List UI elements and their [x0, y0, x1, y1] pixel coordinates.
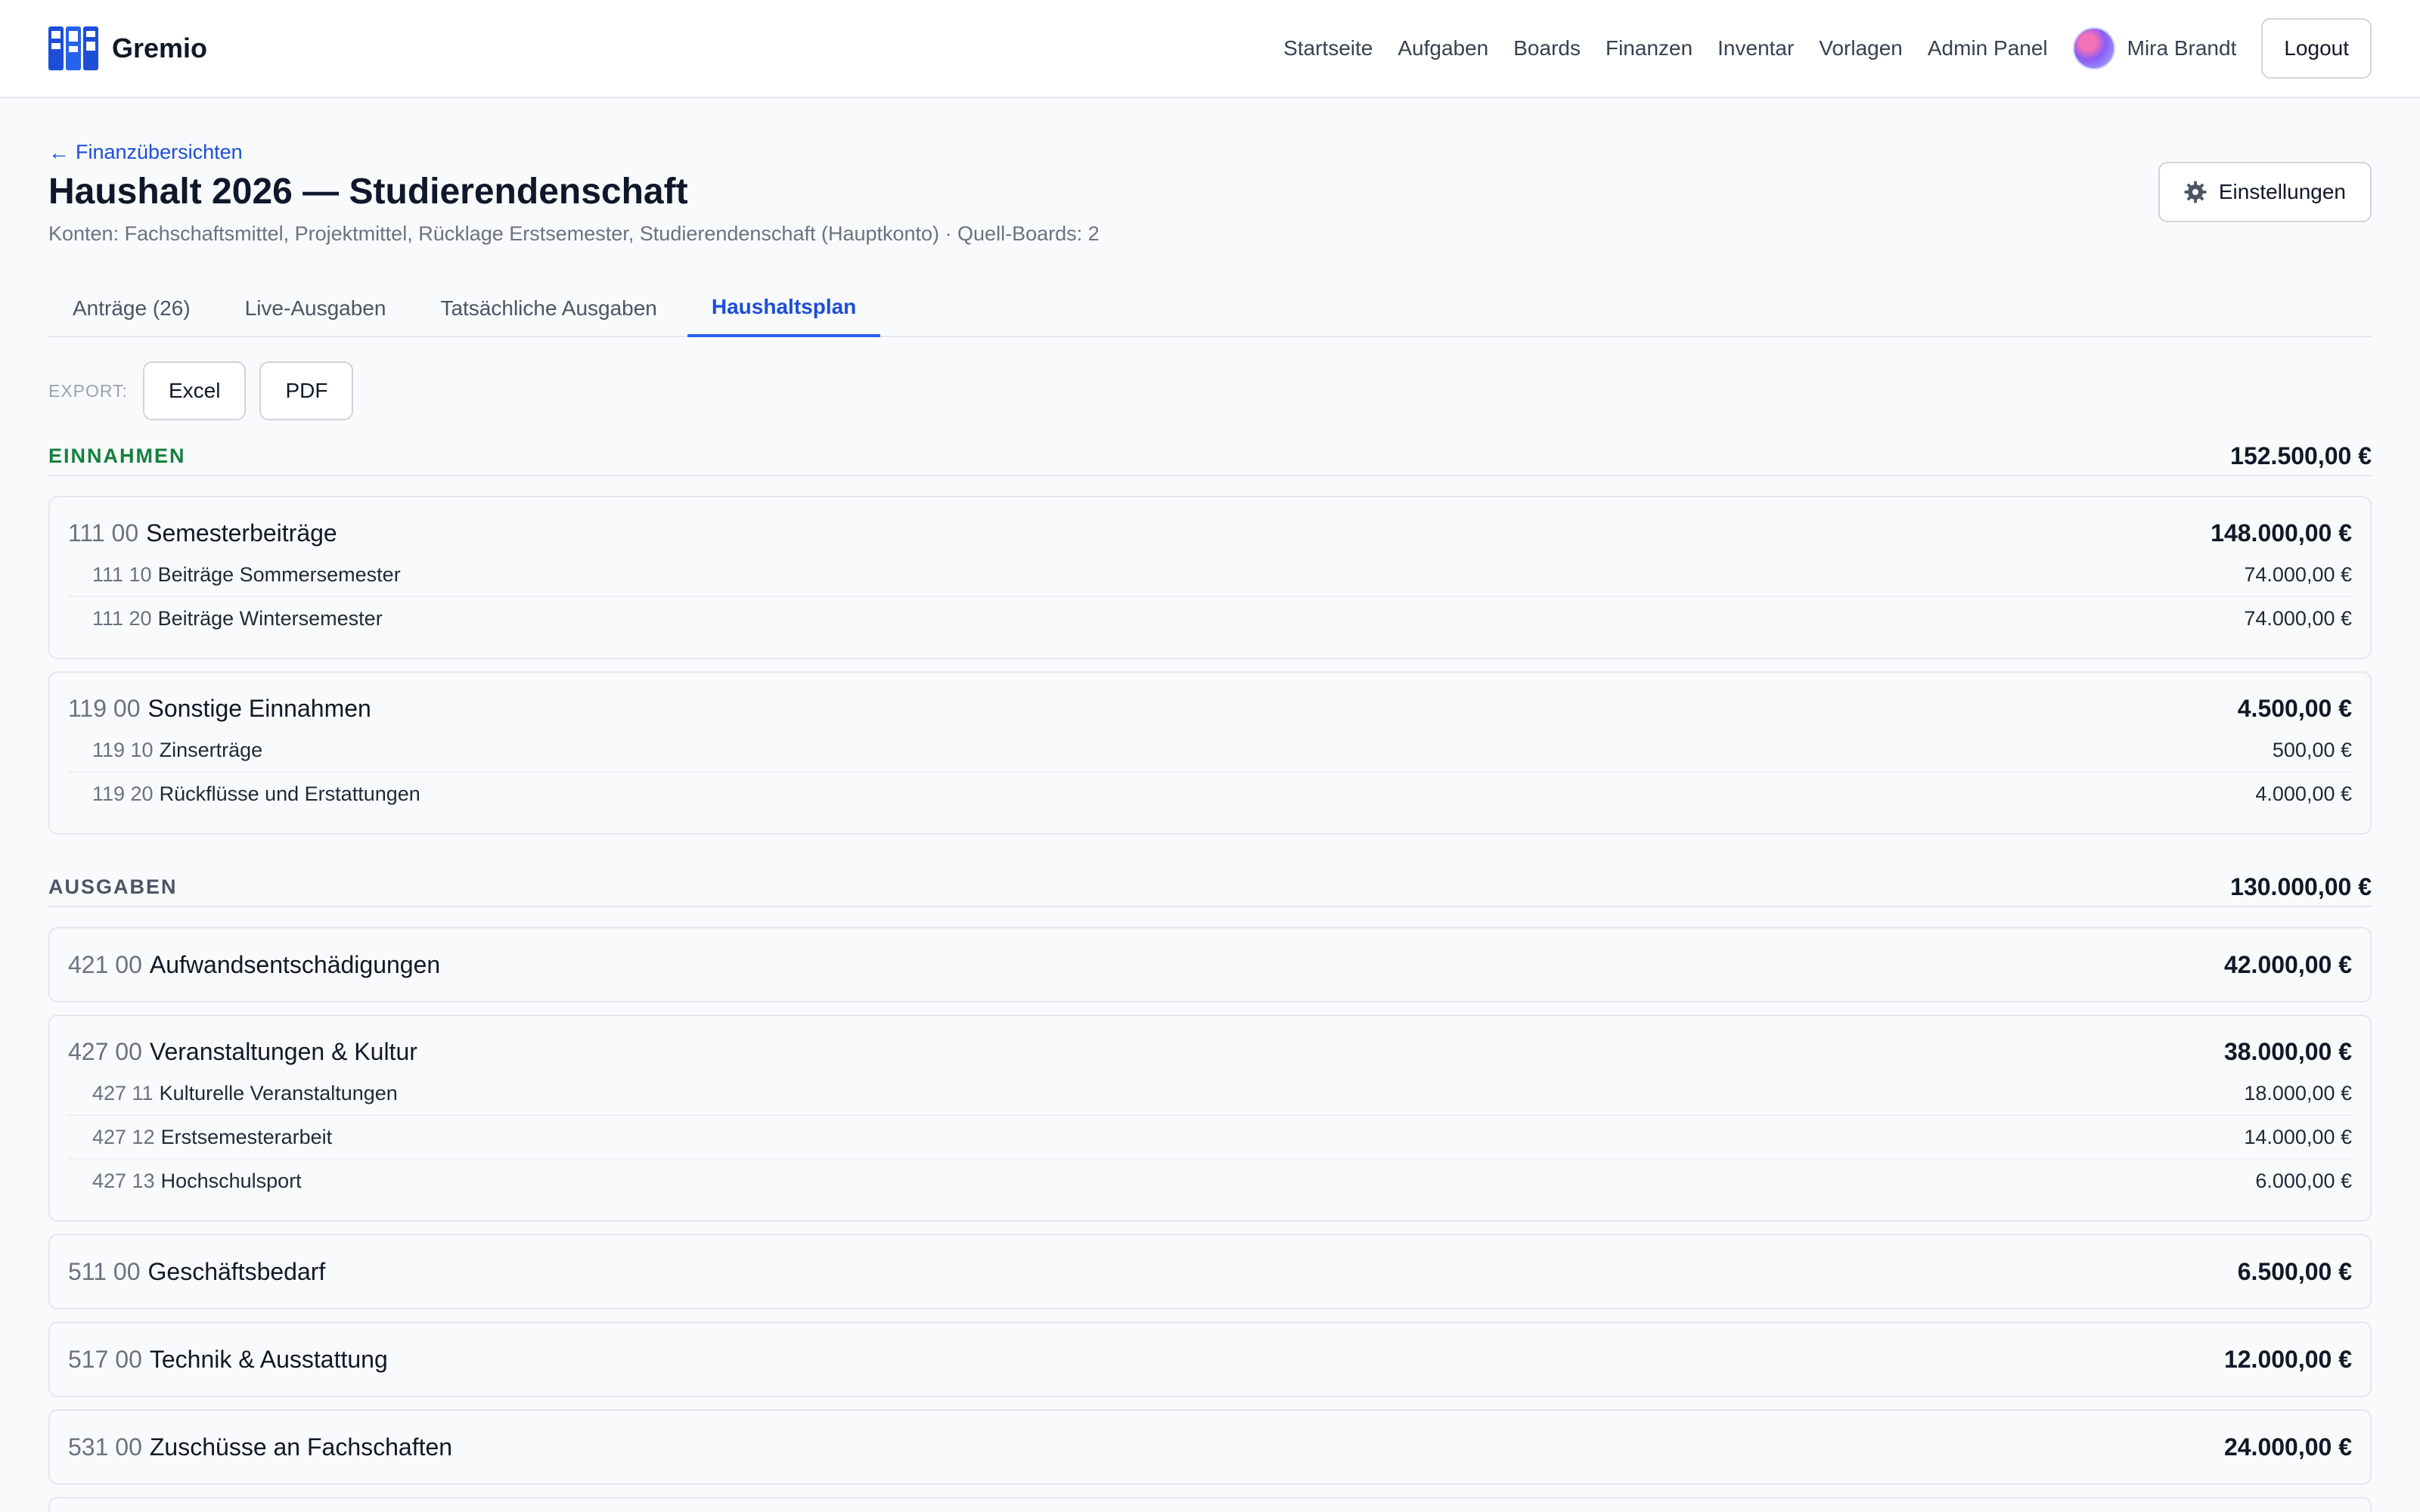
item-amount: 4.000,00 € — [2255, 782, 2352, 805]
budget-item-11910[interactable]: 119 10 Zinserträge 500,00 € — [68, 727, 2352, 771]
export-bar: EXPORT: Excel PDF — [48, 361, 354, 420]
export-pdf-button[interactable]: PDF — [259, 361, 354, 420]
nav-boards[interactable]: Boards — [1513, 36, 1581, 60]
nav-finanzen[interactable]: Finanzen — [1606, 36, 1692, 60]
group-name: Technik & Ausstattung — [149, 1345, 388, 1373]
arrow-left-icon: ← — [48, 140, 70, 164]
settings-button[interactable]: Einstellungen — [2158, 162, 2372, 222]
group-amount: 42.000,00 € — [2223, 950, 2352, 978]
group-code: 517 00 — [68, 1345, 142, 1373]
expenses-section-header: AUSGABEN 130.000,00 € — [48, 872, 2372, 907]
budget-item-11920[interactable]: 119 20 Rückflüsse und Erstattungen 4.000,… — [68, 771, 2352, 815]
group-amount: 24.000,00 € — [2223, 1433, 2352, 1461]
expenses-section-title: AUSGABEN — [48, 875, 178, 898]
gear-icon — [2184, 181, 2207, 203]
group-amount: 12.000,00 € — [2223, 1345, 2352, 1373]
group-code: 111 00 — [68, 519, 139, 547]
budget-group-11100[interactable]: 111 00 Semesterbeiträge 148.000,00 € 111 … — [48, 496, 2372, 659]
tab-haushaltsplan[interactable]: Haushaltsplan — [687, 280, 881, 337]
gremio-logo-icon — [48, 26, 98, 70]
item-code: 119 20 — [92, 782, 154, 805]
user-name: Mira Brandt — [2127, 36, 2237, 60]
expenses-total: 130.000,00 € — [2230, 872, 2372, 900]
budget-item-42713[interactable]: 427 13 Hochschulsport 6.000,00 € — [68, 1158, 2352, 1202]
logout-button[interactable]: Logout — [2261, 18, 2372, 79]
nav-inventar[interactable]: Inventar — [1717, 36, 1794, 60]
budget-group-53100[interactable]: 531 00 Zuschüsse an Fachschaften 24.000,0… — [48, 1409, 2372, 1485]
group-code: 427 00 — [68, 1038, 142, 1065]
item-name: Rückflüsse und Erstattungen — [159, 782, 420, 805]
group-name: Geschäftsbedarf — [147, 1257, 326, 1285]
export-excel-button[interactable]: Excel — [143, 361, 247, 420]
tab-live-ausgaben[interactable]: Live-Ausgaben — [221, 280, 411, 337]
group-code: 511 00 — [68, 1257, 141, 1285]
group-amount: 148.000,00 € — [2211, 519, 2352, 547]
user-menu[interactable]: Mira Brandt — [2072, 27, 2237, 70]
nav-admin-panel[interactable]: Admin Panel — [1928, 36, 2048, 60]
tab-bar: Anträge (26) Live-Ausgaben Tatsächliche … — [48, 280, 2372, 337]
avatar — [2072, 27, 2115, 70]
group-name: Aufwandsentschädigungen — [149, 950, 441, 978]
item-code: 111 20 — [92, 606, 152, 630]
item-name: Hochschulsport — [160, 1169, 302, 1192]
item-name: Beiträge Wintersemester — [157, 606, 383, 630]
budget-group-42700[interactable]: 427 00 Veranstaltungen & Kultur 38.000,00… — [48, 1015, 2372, 1222]
brand-name: Gremio — [112, 33, 208, 64]
settings-button-label: Einstellungen — [2218, 180, 2346, 203]
group-amount: 6.500,00 € — [2237, 1257, 2352, 1285]
budget-item-42711[interactable]: 427 11 Kulturelle Veranstaltungen 18.000,… — [68, 1070, 2352, 1114]
group-code: 119 00 — [68, 695, 141, 722]
group-amount: 4.500,00 € — [2237, 695, 2352, 722]
budget-group-42100[interactable]: 421 00 Aufwandsentschädigungen 42.000,00 … — [48, 927, 2372, 1002]
group-name: Zuschüsse an Fachschaften — [149, 1433, 453, 1461]
item-amount: 74.000,00 € — [2244, 606, 2352, 630]
item-code: 427 12 — [92, 1125, 155, 1148]
group-amount: 38.000,00 € — [2223, 1038, 2352, 1065]
group-name: Semesterbeiträge — [146, 519, 337, 547]
budget-group-51100[interactable]: 511 00 Geschäftsbedarf 6.500,00 € — [48, 1234, 2372, 1309]
item-name: Erstsemesterarbeit — [160, 1125, 333, 1148]
group-name: Sonstige Einnahmen — [147, 695, 371, 722]
back-link-finanzuebersichten[interactable]: ← Finanzübersichten — [48, 141, 243, 164]
item-amount: 500,00 € — [2272, 738, 2352, 761]
back-link-label: Finanzübersichten — [76, 141, 243, 163]
item-code: 427 11 — [92, 1081, 154, 1105]
tab-tatsaechliche-ausgaben[interactable]: Tatsächliche Ausgaben — [416, 280, 681, 337]
tab-antraege[interactable]: Anträge (26) — [48, 280, 215, 337]
budget-group-partial — [48, 1497, 2372, 1512]
group-name: Veranstaltungen & Kultur — [149, 1038, 417, 1065]
nav-aufgaben[interactable]: Aufgaben — [1398, 36, 1488, 60]
budget-item-11110[interactable]: 111 10 Beiträge Sommersemester 74.000,00 … — [68, 552, 2352, 596]
brand[interactable]: Gremio — [48, 26, 207, 70]
page-title: Haushalt 2026 — Studierendenschaft — [48, 172, 688, 212]
nav-startseite[interactable]: Startseite — [1283, 36, 1373, 60]
item-amount: 18.000,00 € — [2244, 1081, 2352, 1105]
item-name: Beiträge Sommersemester — [157, 562, 401, 586]
top-navbar: Gremio Startseite Aufgaben Boards Finanz… — [0, 0, 2420, 98]
group-code: 531 00 — [68, 1433, 142, 1461]
item-amount: 14.000,00 € — [2244, 1125, 2352, 1148]
item-amount: 6.000,00 € — [2255, 1169, 2352, 1192]
item-code: 119 10 — [92, 738, 154, 761]
income-total: 152.500,00 € — [2230, 442, 2372, 469]
budget-group-51700[interactable]: 517 00 Technik & Ausstattung 12.000,00 € — [48, 1321, 2372, 1397]
item-code: 427 13 — [92, 1169, 155, 1192]
group-code: 421 00 — [68, 950, 142, 978]
export-label: EXPORT: — [48, 380, 128, 401]
nav-vorlagen[interactable]: Vorlagen — [1819, 36, 1903, 60]
item-code: 111 10 — [92, 562, 152, 586]
income-section-header: EINNAHMEN 152.500,00 € — [48, 442, 2372, 476]
budget-item-42712[interactable]: 427 12 Erstsemesterarbeit 14.000,00 € — [68, 1114, 2352, 1158]
budget-group-11900[interactable]: 119 00 Sonstige Einnahmen 4.500,00 € 119 … — [48, 671, 2372, 835]
main-nav: Startseite Aufgaben Boards Finanzen Inve… — [1283, 18, 2372, 79]
budget-item-11120[interactable]: 111 20 Beiträge Wintersemester 74.000,00 … — [68, 596, 2352, 640]
income-section-title: EINNAHMEN — [48, 444, 186, 467]
item-name: Zinserträge — [159, 738, 263, 761]
page-subtitle: Konten: Fachschaftsmittel, Projektmittel… — [48, 222, 1100, 245]
item-amount: 74.000,00 € — [2244, 562, 2352, 586]
item-name: Kulturelle Veranstaltungen — [159, 1081, 398, 1105]
